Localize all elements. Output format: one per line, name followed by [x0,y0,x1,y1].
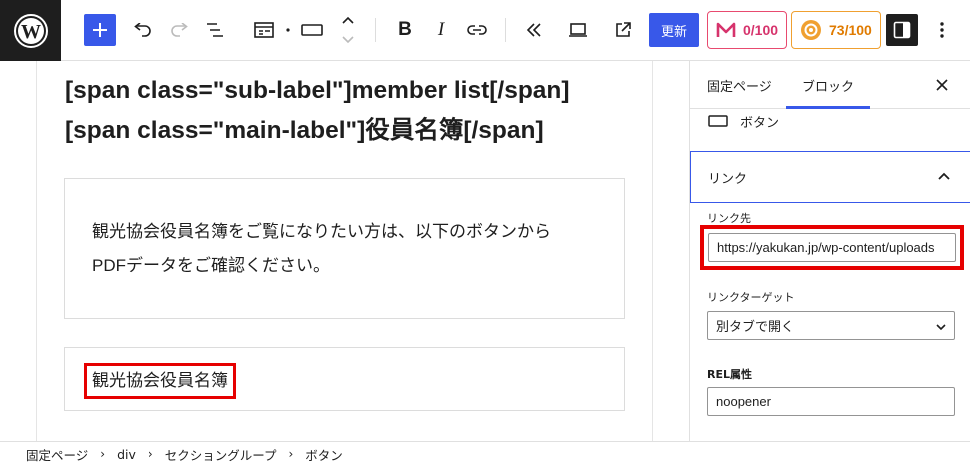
sidebar-tabs: 固定ページ ブロック [690,61,970,109]
breadcrumb-item: ボタン [305,447,343,463]
toolbar-divider [505,18,506,42]
breadcrumb-item[interactable]: セクショングループ [165,445,277,464]
heading-line-1: [span class="sub-label"]member list[/spa… [65,77,570,104]
page-heading[interactable]: [span class="sub-label"]member list[/spa… [65,71,645,151]
external-view-icon[interactable] [611,13,635,47]
wordpress-logo-icon[interactable]: W [0,0,61,61]
settings-sidebar-toggle-icon[interactable] [886,14,918,46]
button-block-icon[interactable] [299,13,325,47]
italic-icon[interactable]: I [429,13,453,47]
heading-line-2: [span class="main-label"]役員名簿[/span] [65,117,544,144]
readability-score-button[interactable]: 73/100 [791,11,881,49]
seo-score-button[interactable]: 0/100 [707,11,787,49]
editor-canvas: [span class="sub-label"]member list[/spa… [0,61,689,441]
tab-page[interactable]: 固定ページ [707,61,772,109]
seo-logo-icon [716,22,736,37]
more-options-icon[interactable] [932,14,952,46]
rel-attribute-label: REL属性 [707,368,752,381]
chevrons-left-icon[interactable] [522,13,546,47]
update-button[interactable]: 更新 [649,13,699,47]
breadcrumb-separator-icon: › [147,447,153,461]
active-tab-indicator [786,106,870,109]
toolbar-divider [375,18,376,42]
readability-score-label: 73/100 [829,22,872,38]
undo-icon[interactable] [131,13,155,47]
drag-handle-icon[interactable] [283,13,293,47]
block-card-title: ボタン [740,115,780,131]
add-block-button[interactable] [84,14,116,46]
canvas-guide-line [652,61,653,441]
paragraph-line-2: PDFデータをご確認ください。 [92,256,330,275]
editor-toolbar: W B I 更新 0/100 73/100 [0,0,970,61]
seo-score-label: 0/100 [743,22,779,38]
rel-attribute-input[interactable] [707,387,955,416]
canvas-guide-line [36,61,37,441]
document-overview-icon[interactable] [203,13,227,47]
button-block-icon [708,115,728,127]
button-block-container[interactable]: 観光協会役員名簿 [64,347,625,411]
redo-icon[interactable] [167,13,191,47]
link-url-label: リンク先 [707,212,751,225]
block-breadcrumb: 固定ページ › div › セクショングループ › ボタン [0,441,970,466]
link-panel-title: リンク [708,171,748,187]
breadcrumb-separator-icon: › [100,447,106,461]
settings-sidebar: 固定ページ ブロック ボタン リンク リンク先 リンクターゲット 別タブで開く … [689,61,970,441]
tab-block[interactable]: ブロック [786,61,870,109]
block-type-icon[interactable] [252,13,276,47]
link-icon[interactable] [464,13,490,47]
breadcrumb-item[interactable]: 固定ページ [26,445,88,464]
gear-score-icon [801,20,821,40]
move-up-down-icon[interactable] [337,13,359,47]
chevron-down-icon [936,320,946,335]
link-target-label: リンクターゲット [707,291,795,304]
paragraph-text: 観光協会役員名簿をご覧になりたい方は、以下のボタンから PDFデータをご確認くだ… [92,215,551,283]
svg-text:W: W [21,21,41,43]
link-url-input[interactable] [708,233,956,262]
paragraph-block[interactable]: 観光協会役員名簿をご覧になりたい方は、以下のボタンから PDFデータをご確認くだ… [64,178,625,319]
breadcrumb-item[interactable]: div [117,447,136,462]
breadcrumb-separator-icon: › [288,447,294,461]
bold-icon[interactable]: B [393,13,417,47]
paragraph-line-1: 観光協会役員名簿をご覧になりたい方は、以下のボタンから [92,222,551,241]
block-card: ボタン [708,109,779,133]
chevron-up-icon [934,166,954,186]
link-target-value: 別タブで開く [716,320,795,335]
selected-button-block[interactable]: 観光協会役員名簿 [84,363,236,399]
link-panel-header[interactable]: リンク [690,151,970,203]
preview-device-icon[interactable] [565,13,591,47]
link-target-select[interactable]: 別タブで開く [707,311,955,340]
close-icon[interactable] [930,73,954,97]
